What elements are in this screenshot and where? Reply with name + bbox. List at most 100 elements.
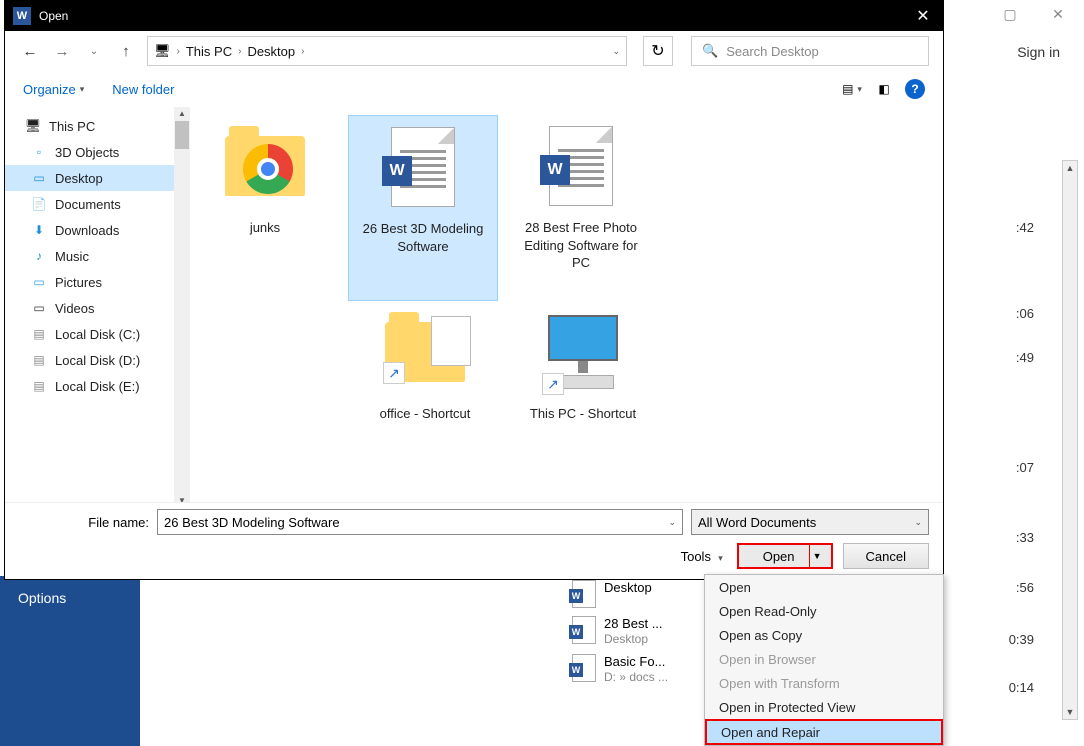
search-placeholder: Search Desktop (726, 44, 819, 59)
menu-item-open-in-browser: Open in Browser (705, 647, 943, 671)
chevron-down-icon: ⌄ (914, 517, 922, 528)
parent-close-button[interactable]: ✕ (1038, 3, 1078, 25)
word-doc-icon (572, 654, 596, 682)
file-label: junks (250, 219, 280, 237)
sidebar-item-label: Videos (55, 301, 95, 316)
dialog-titlebar[interactable]: W Open ✕ (5, 1, 943, 31)
backstage-left-panel: Options (0, 576, 140, 746)
filename-dropdown-icon[interactable]: ⌄ (668, 517, 676, 528)
cancel-button[interactable]: Cancel (843, 543, 929, 569)
sign-in-link[interactable]: Sign in (954, 28, 1084, 60)
menu-item-open-with-transform: Open with Transform (705, 671, 943, 695)
pc-shortcut-icon: ↗ (538, 307, 628, 397)
sidebar-item-downloads[interactable]: Downloads (5, 217, 190, 243)
sidebar-item-label: This PC (49, 119, 95, 134)
address-dropdown-icon[interactable]: ⌄ (612, 46, 620, 57)
preview-pane-button[interactable]: ◧ (873, 78, 895, 100)
open-dropdown-menu: OpenOpen Read-OnlyOpen as CopyOpen in Br… (704, 574, 944, 746)
open-button[interactable]: Open ▼ (737, 543, 833, 569)
folder-chrome-icon (220, 121, 310, 211)
file-label: 26 Best 3D Modeling Software (358, 220, 488, 255)
disk-icon (31, 352, 47, 368)
sidebar-item-label: Music (55, 249, 89, 264)
open-split-dropdown[interactable]: ▼ (809, 545, 825, 567)
file-item[interactable]: junks (190, 115, 340, 301)
file-item[interactable]: ↗ office - Shortcut (350, 301, 500, 487)
parent-scrollbar[interactable]: ▲ ▼ (1062, 160, 1078, 720)
dl-icon (31, 222, 47, 238)
sidebar-item-music[interactable]: Music (5, 243, 190, 269)
sidebar-item-label: 3D Objects (55, 145, 119, 160)
menu-item-open[interactable]: Open (705, 575, 943, 599)
scrollbar-thumb[interactable] (175, 121, 189, 149)
pic-icon (31, 274, 47, 290)
back-button[interactable]: ← (19, 40, 41, 62)
sidebar-item-pictures[interactable]: Pictures (5, 269, 190, 295)
file-label: This PC - Shortcut (530, 405, 636, 423)
parent-maximize-button[interactable]: ▢ (990, 3, 1030, 25)
organize-button[interactable]: Organize▾ (23, 82, 84, 97)
sidebar-item-label: Local Disk (C:) (55, 327, 140, 342)
menu-item-open-and-repair[interactable]: Open and Repair (705, 719, 943, 745)
scroll-down-button[interactable]: ▼ (1063, 705, 1077, 719)
disk-icon (31, 378, 47, 394)
menu-item-open-in-protected-view[interactable]: Open in Protected View (705, 695, 943, 719)
recent-files-peek: Desktop 28 Best ... Desktop Basic Fo... … (572, 580, 712, 692)
pc-icon: 🖥 (154, 43, 171, 59)
sidebar-item-desktop[interactable]: Desktop (5, 165, 190, 191)
file-item[interactable]: ↗ This PC - Shortcut (508, 301, 658, 487)
word-doc-icon (572, 616, 596, 644)
menu-item-open-read-only[interactable]: Open Read-Only (705, 599, 943, 623)
forward-button[interactable]: → (51, 40, 73, 62)
sidebar-item-label: Desktop (55, 171, 103, 186)
sidebar-item-documents[interactable]: Documents (5, 191, 190, 217)
word-app-icon: W (13, 7, 31, 25)
sidebar-scrollbar[interactable]: ▲ ▼ (174, 107, 190, 507)
mus-icon (31, 248, 47, 264)
search-input[interactable]: 🔍 Search Desktop (691, 36, 929, 66)
dialog-title: Open (39, 9, 68, 23)
docs-icon (31, 196, 47, 212)
file-label: 28 Best Free Photo Editing Software for … (516, 219, 646, 272)
sidebar-item-label: Local Disk (E:) (55, 379, 140, 394)
sidebar-item-label: Downloads (55, 223, 119, 238)
file-type-filter[interactable]: All Word Documents ⌄ (691, 509, 929, 535)
open-file-dialog: W Open ✕ ← → ⌄ ↑ 🖥 › This PC › Desktop ›… (4, 0, 944, 580)
word-icon: W (378, 122, 468, 212)
recent-chevron-icon[interactable]: ⌄ (83, 40, 105, 62)
tools-dropdown[interactable]: Tools ▾ (681, 549, 723, 564)
dialog-close-button[interactable]: ✕ (903, 1, 943, 31)
word-doc-icon (572, 580, 596, 608)
sidebar-item-label: Local Disk (D:) (55, 353, 140, 368)
word-icon: W (536, 121, 626, 211)
folder-shortcut-icon: ↗ (380, 307, 470, 397)
scroll-up-button[interactable]: ▲ (1063, 161, 1077, 175)
address-bar[interactable]: 🖥 › This PC › Desktop › ⌄ (147, 36, 627, 66)
file-item[interactable]: W 28 Best Free Photo Editing Software for… (506, 115, 656, 301)
3d-icon (31, 144, 47, 160)
disk-icon (31, 326, 47, 342)
sidebar-item-videos[interactable]: Videos (5, 295, 190, 321)
sidebar-tree: This PC 3D Objects Desktop Documents Downloa… (5, 107, 190, 507)
toolbar: Organize▾ New folder ▤ ▾ ◧ ? (5, 71, 943, 107)
sidebar-item-label: Pictures (55, 275, 102, 290)
sidebar-item-label: Documents (55, 197, 121, 212)
file-label: office - Shortcut (380, 405, 471, 423)
sidebar-item-local-disk-e-[interactable]: Local Disk (E:) (5, 373, 190, 399)
options-item[interactable]: Options (18, 590, 122, 606)
sidebar-item-3d-objects[interactable]: 3D Objects (5, 139, 190, 165)
sidebar-item-local-disk-d-[interactable]: Local Disk (D:) (5, 347, 190, 373)
file-grid[interactable]: junks W 26 Best 3D Modeling Software W 28 Be… (190, 107, 943, 507)
up-button[interactable]: ↑ (115, 40, 137, 62)
file-name-label: File name: (19, 515, 149, 530)
help-button[interactable]: ? (905, 79, 925, 99)
sidebar-item-local-disk-c-[interactable]: Local Disk (C:) (5, 321, 190, 347)
file-item[interactable]: W 26 Best 3D Modeling Software (348, 115, 498, 301)
refresh-button[interactable]: ↻ (643, 36, 673, 66)
new-folder-button[interactable]: New folder (112, 82, 174, 97)
view-mode-button[interactable]: ▤ ▾ (841, 78, 863, 100)
menu-item-open-as-copy[interactable]: Open as Copy (705, 623, 943, 647)
sidebar-item-this-pc[interactable]: This PC (5, 113, 190, 139)
file-name-input[interactable]: 26 Best 3D Modeling Software ⌄ (157, 509, 683, 535)
dialog-footer: File name: 26 Best 3D Modeling Software … (5, 502, 943, 579)
